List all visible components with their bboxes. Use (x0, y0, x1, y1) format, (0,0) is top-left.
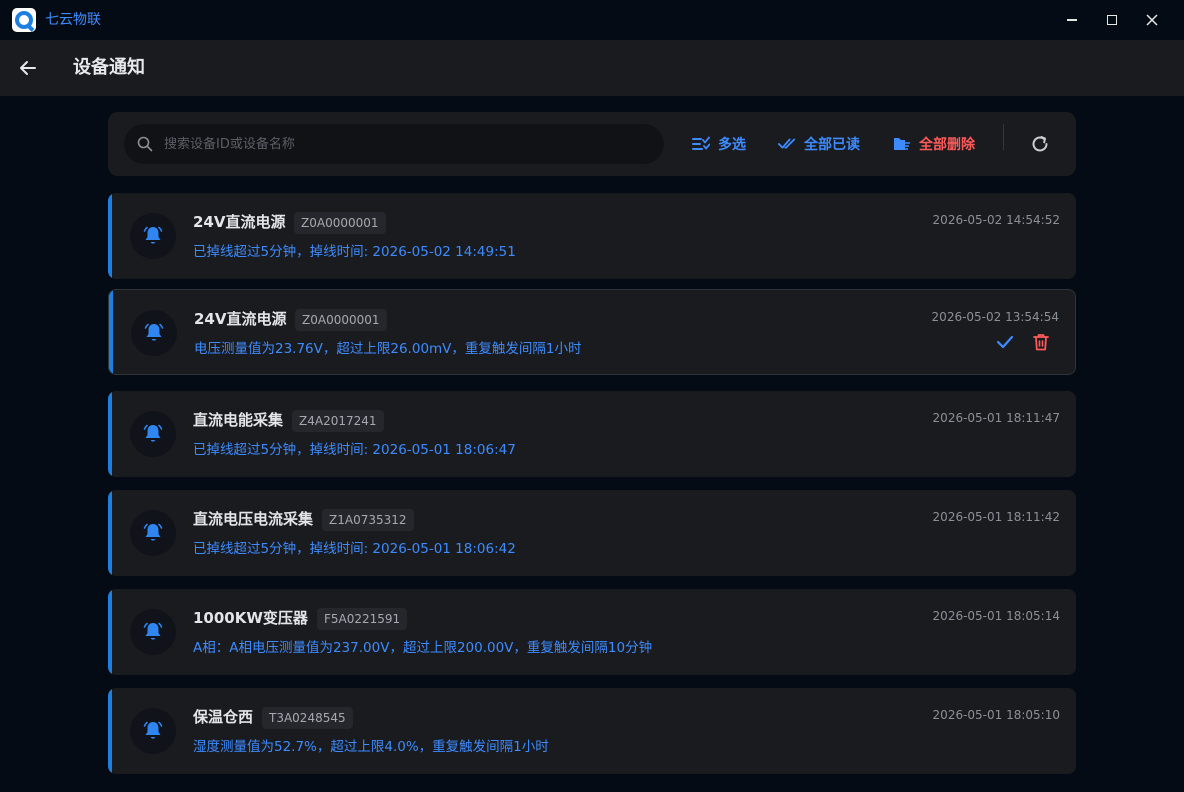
app-title: 七云物联 (45, 12, 101, 28)
device-id-badge: T3A0248545 (262, 707, 353, 729)
notification-message: A相：A相电压测量值为237.00V，超过上限200.00V，重复触发间隔10分… (193, 640, 653, 656)
device-id-badge: Z4A2017241 (292, 410, 384, 432)
notification-card[interactable]: 24V直流电源 Z0A0000001 电压测量值为23.76V，超过上限26.0… (108, 289, 1076, 375)
notification-time: 2026-05-02 13:54:54 (931, 310, 1059, 324)
notification-time: 2026-05-01 18:11:42 (932, 510, 1060, 524)
bell-icon (130, 510, 176, 556)
device-id-badge: Z1A0735312 (322, 509, 414, 531)
toolbar-divider (1003, 124, 1004, 150)
mark-read-icon[interactable] (995, 332, 1015, 352)
multi-select-button[interactable]: 多选 (692, 132, 746, 156)
read-all-label: 全部已读 (804, 137, 860, 153)
notification-card[interactable]: 直流电压电流采集 Z1A0735312 已掉线超过5分钟，掉线时间: 2026-… (108, 490, 1076, 576)
device-name: 1000KW变压器 (193, 609, 308, 627)
page-header: 设备通知 (0, 40, 1184, 96)
multi-select-label: 多选 (718, 137, 746, 153)
search-input[interactable] (164, 124, 654, 164)
notification-message: 已掉线超过5分钟，掉线时间: 2026-05-01 18:06:42 (193, 541, 516, 557)
device-name: 直流电能采集 (193, 411, 284, 429)
device-name: 24V直流电源 (194, 310, 287, 328)
page-title: 设备通知 (73, 57, 145, 78)
read-all-button[interactable]: 全部已读 (778, 132, 860, 156)
bell-icon (130, 411, 176, 457)
minimize-icon[interactable] (1060, 8, 1084, 32)
notification-message: 电压测量值为23.76V，超过上限26.00mV，重复触发间隔1小时 (194, 341, 582, 357)
bell-icon (130, 708, 176, 754)
device-id-badge: Z0A0000001 (295, 309, 387, 331)
window-titlebar: 七云物联 (0, 0, 1184, 40)
search-box (124, 124, 664, 164)
device-name: 保温仓西 (193, 708, 254, 726)
notification-time: 2026-05-01 18:11:47 (932, 411, 1060, 425)
device-name: 24V直流电源 (193, 213, 286, 231)
notification-message: 湿度测量值为52.7%，超过上限4.0%，重复触发间隔1小时 (193, 739, 549, 755)
device-id-badge: Z0A0000001 (294, 212, 386, 234)
bell-icon (131, 310, 177, 356)
notification-message: 已掉线超过5分钟，掉线时间: 2026-05-01 18:06:47 (193, 442, 516, 458)
delete-all-button[interactable]: 全部删除 (893, 132, 975, 156)
notification-card[interactable]: 1000KW变压器 F5A0221591 A相：A相电压测量值为237.00V，… (108, 589, 1076, 675)
close-icon[interactable] (1140, 8, 1164, 32)
device-name: 直流电压电流采集 (193, 510, 314, 528)
refresh-icon[interactable] (1030, 134, 1050, 154)
notification-card[interactable]: 保温仓西 T3A0248545 湿度测量值为52.7%，超过上限4.0%，重复触… (108, 688, 1076, 774)
folder-delete-icon (893, 135, 911, 153)
notification-message: 已掉线超过5分钟，掉线时间: 2026-05-02 14:49:51 (193, 244, 516, 260)
notification-time: 2026-05-02 14:54:52 (932, 213, 1060, 227)
maximize-icon[interactable] (1100, 8, 1124, 32)
notification-time: 2026-05-01 18:05:14 (932, 609, 1060, 623)
bell-icon (130, 213, 176, 259)
multi-select-icon (692, 135, 710, 153)
double-check-icon (778, 135, 796, 153)
trash-icon[interactable] (1031, 332, 1051, 352)
arrow-left-icon[interactable] (14, 54, 42, 82)
notification-card[interactable]: 直流电能采集 Z4A2017241 已掉线超过5分钟，掉线时间: 2026-05… (108, 391, 1076, 477)
card-actions (995, 332, 1051, 352)
toolbar: 多选 全部已读 全部删除 (108, 112, 1076, 176)
bell-icon (130, 609, 176, 655)
device-id-badge: F5A0221591 (317, 608, 408, 630)
notification-card[interactable]: 24V直流电源 Z0A0000001 已掉线超过5分钟，掉线时间: 2026-0… (108, 193, 1076, 279)
notification-time: 2026-05-01 18:05:10 (932, 708, 1060, 722)
search-icon (137, 136, 153, 152)
q-logo-icon (12, 8, 36, 32)
delete-all-label: 全部删除 (919, 137, 975, 153)
